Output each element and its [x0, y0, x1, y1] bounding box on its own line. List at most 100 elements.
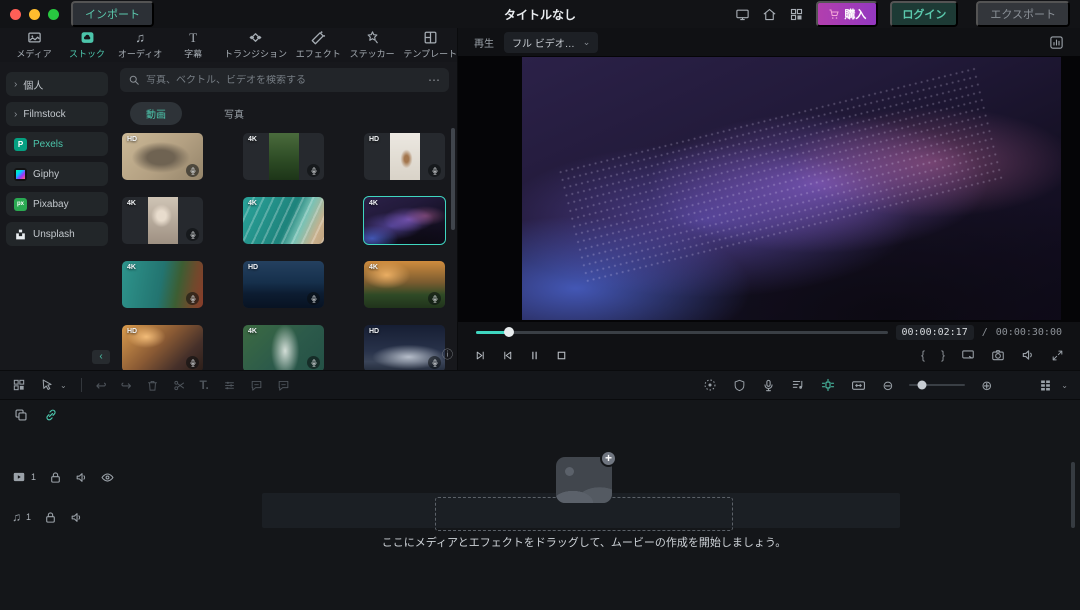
template-icon	[423, 30, 438, 45]
audio-mixer-icon[interactable]	[791, 378, 805, 392]
video-thumbnail	[148, 197, 178, 244]
tab-transition[interactable]: トランジション	[224, 30, 287, 60]
drop-zone-hint-text: ここにメディアとエフェクトをドラッグして、ムービーの作成を開始しましょう。	[334, 534, 834, 550]
tab-audio[interactable]: ♫ オーディオ	[118, 30, 162, 60]
chevron-right-icon: ›	[14, 79, 17, 90]
video-track-number: 1	[31, 472, 36, 482]
scopes-icon[interactable]	[1049, 35, 1064, 50]
sidebar-item-pixabay[interactable]: px Pixabay	[6, 192, 108, 216]
redo-button[interactable]: ↪	[121, 379, 132, 392]
stock-video-tile[interactable]: 4K	[243, 325, 324, 370]
home-icon[interactable]	[762, 7, 777, 22]
mirror-display-icon[interactable]	[961, 348, 975, 362]
sidebar-item-filmstock[interactable]: › Filmstock	[6, 102, 108, 126]
sidebar-item-unsplash[interactable]: Unsplash	[6, 222, 108, 246]
stock-video-tile[interactable]: 4K	[364, 261, 445, 308]
tab-media[interactable]: メディア	[12, 30, 56, 60]
speech-to-text-button[interactable]	[250, 379, 263, 392]
playhead-handle[interactable]	[504, 327, 514, 337]
lock-track-icon[interactable]	[49, 471, 62, 484]
link-clips-icon[interactable]	[44, 408, 58, 422]
filter-video-tab[interactable]: 動画	[130, 102, 182, 125]
tab-subtitle[interactable]: T 字幕	[171, 30, 215, 60]
delete-button[interactable]	[146, 379, 159, 392]
text-tool-button[interactable]: T.	[200, 378, 209, 392]
pointer-tool-icon[interactable]	[40, 378, 54, 392]
play-mode-label: 再生	[474, 35, 494, 50]
search-input[interactable]	[146, 75, 422, 86]
filter-photo-tab[interactable]: 写真	[208, 102, 260, 125]
stock-video-tile-selected[interactable]: 4K	[364, 197, 445, 244]
stock-video-tile[interactable]: HD	[364, 133, 445, 180]
maximize-window-button[interactable]	[48, 9, 59, 20]
zoom-out-button[interactable]: ⊖	[882, 379, 893, 392]
split-scissors-button[interactable]	[173, 379, 186, 392]
grid-scrollbar[interactable]	[451, 128, 455, 230]
snapping-icon[interactable]	[821, 378, 835, 392]
keyframe-icon[interactable]	[851, 378, 866, 393]
magnetic-timeline-icon[interactable]	[14, 408, 28, 422]
workspace-layout-icon[interactable]	[789, 7, 804, 22]
stock-video-tile[interactable]: 4K	[243, 197, 324, 244]
close-window-button[interactable]	[10, 9, 21, 20]
pause-button[interactable]	[528, 349, 541, 362]
next-frame-button[interactable]	[501, 349, 514, 362]
stock-video-tile[interactable]: HD	[122, 133, 203, 180]
volume-icon[interactable]	[1021, 348, 1035, 362]
timeline-area: 1 ♫ 1 + ここにメディアとエフェクトをドラッグして、ムービーの作成を開始し…	[0, 400, 1080, 610]
info-icon[interactable]: ⓘ	[442, 346, 453, 362]
hide-track-icon[interactable]	[101, 471, 114, 484]
shield-icon[interactable]	[733, 379, 746, 392]
import-button[interactable]: インポート	[71, 1, 154, 27]
zoom-in-button[interactable]: ⊕	[981, 379, 992, 392]
sidebar-item-pexels[interactable]: P Pexels	[6, 132, 108, 156]
render-preview-icon[interactable]	[703, 378, 717, 392]
pointer-tool-caret[interactable]: ⌄	[60, 381, 67, 390]
lock-track-icon[interactable]	[44, 511, 57, 524]
seek-bar[interactable]	[476, 331, 888, 334]
pixabay-logo-icon: px	[14, 198, 27, 211]
more-options-icon[interactable]: ⋯	[428, 73, 441, 87]
mark-out-button[interactable]: }	[941, 348, 945, 362]
tab-stickers[interactable]: ステッカー	[350, 30, 395, 60]
audio-available-icon	[307, 292, 320, 305]
add-media-plus-icon[interactable]: +	[600, 450, 617, 467]
stock-video-tile[interactable]: HD	[243, 261, 324, 308]
text-to-speech-button[interactable]	[277, 379, 290, 392]
zoom-slider-handle[interactable]	[917, 381, 926, 390]
tab-stock[interactable]: ストック	[65, 30, 109, 60]
track-height-icon[interactable]	[1038, 378, 1053, 393]
stop-button[interactable]	[555, 349, 568, 362]
login-button[interactable]: ログイン	[890, 1, 958, 27]
total-timecode: 00:00:30:00	[996, 327, 1062, 338]
export-button[interactable]: エクスポート	[976, 1, 1070, 27]
fullscreen-icon[interactable]	[1051, 349, 1064, 362]
voiceover-mic-icon[interactable]	[762, 379, 775, 392]
stock-video-tile[interactable]: 4K	[243, 133, 324, 180]
purchase-button[interactable]: 購入	[816, 1, 878, 27]
mark-in-button[interactable]: {	[921, 348, 925, 362]
tab-templates[interactable]: テンプレート	[404, 30, 457, 60]
sidebar-item-personal[interactable]: › 個人	[6, 72, 108, 96]
timeline-zoom-slider[interactable]	[909, 384, 965, 386]
stock-video-tile[interactable]: HD	[364, 325, 445, 370]
track-height-caret[interactable]: ⌄	[1061, 381, 1068, 390]
adjust-properties-button[interactable]	[223, 379, 236, 392]
previous-frame-button[interactable]	[474, 349, 487, 362]
snapshot-camera-icon[interactable]	[991, 348, 1005, 362]
undo-button[interactable]: ↩	[96, 379, 107, 392]
collapse-sidebar-button[interactable]: ‹	[92, 350, 110, 364]
minimize-window-button[interactable]	[29, 9, 40, 20]
sidebar-item-giphy[interactable]: Giphy	[6, 162, 108, 186]
video-thumbnail	[390, 133, 420, 180]
timeline-vertical-scrollbar[interactable]	[1071, 462, 1075, 528]
stock-video-tile[interactable]: 4K	[122, 197, 203, 244]
media-manager-icon[interactable]	[12, 378, 26, 392]
stock-video-tile[interactable]: HD	[122, 325, 203, 370]
preview-quality-dropdown[interactable]: フル ビデオ… ⌄	[504, 32, 598, 53]
tab-effects[interactable]: エフェクト	[296, 30, 341, 60]
mute-track-icon[interactable]	[75, 471, 88, 484]
stock-video-tile[interactable]: 4K	[122, 261, 203, 308]
mute-track-icon[interactable]	[70, 511, 83, 524]
display-icon[interactable]	[735, 7, 750, 22]
